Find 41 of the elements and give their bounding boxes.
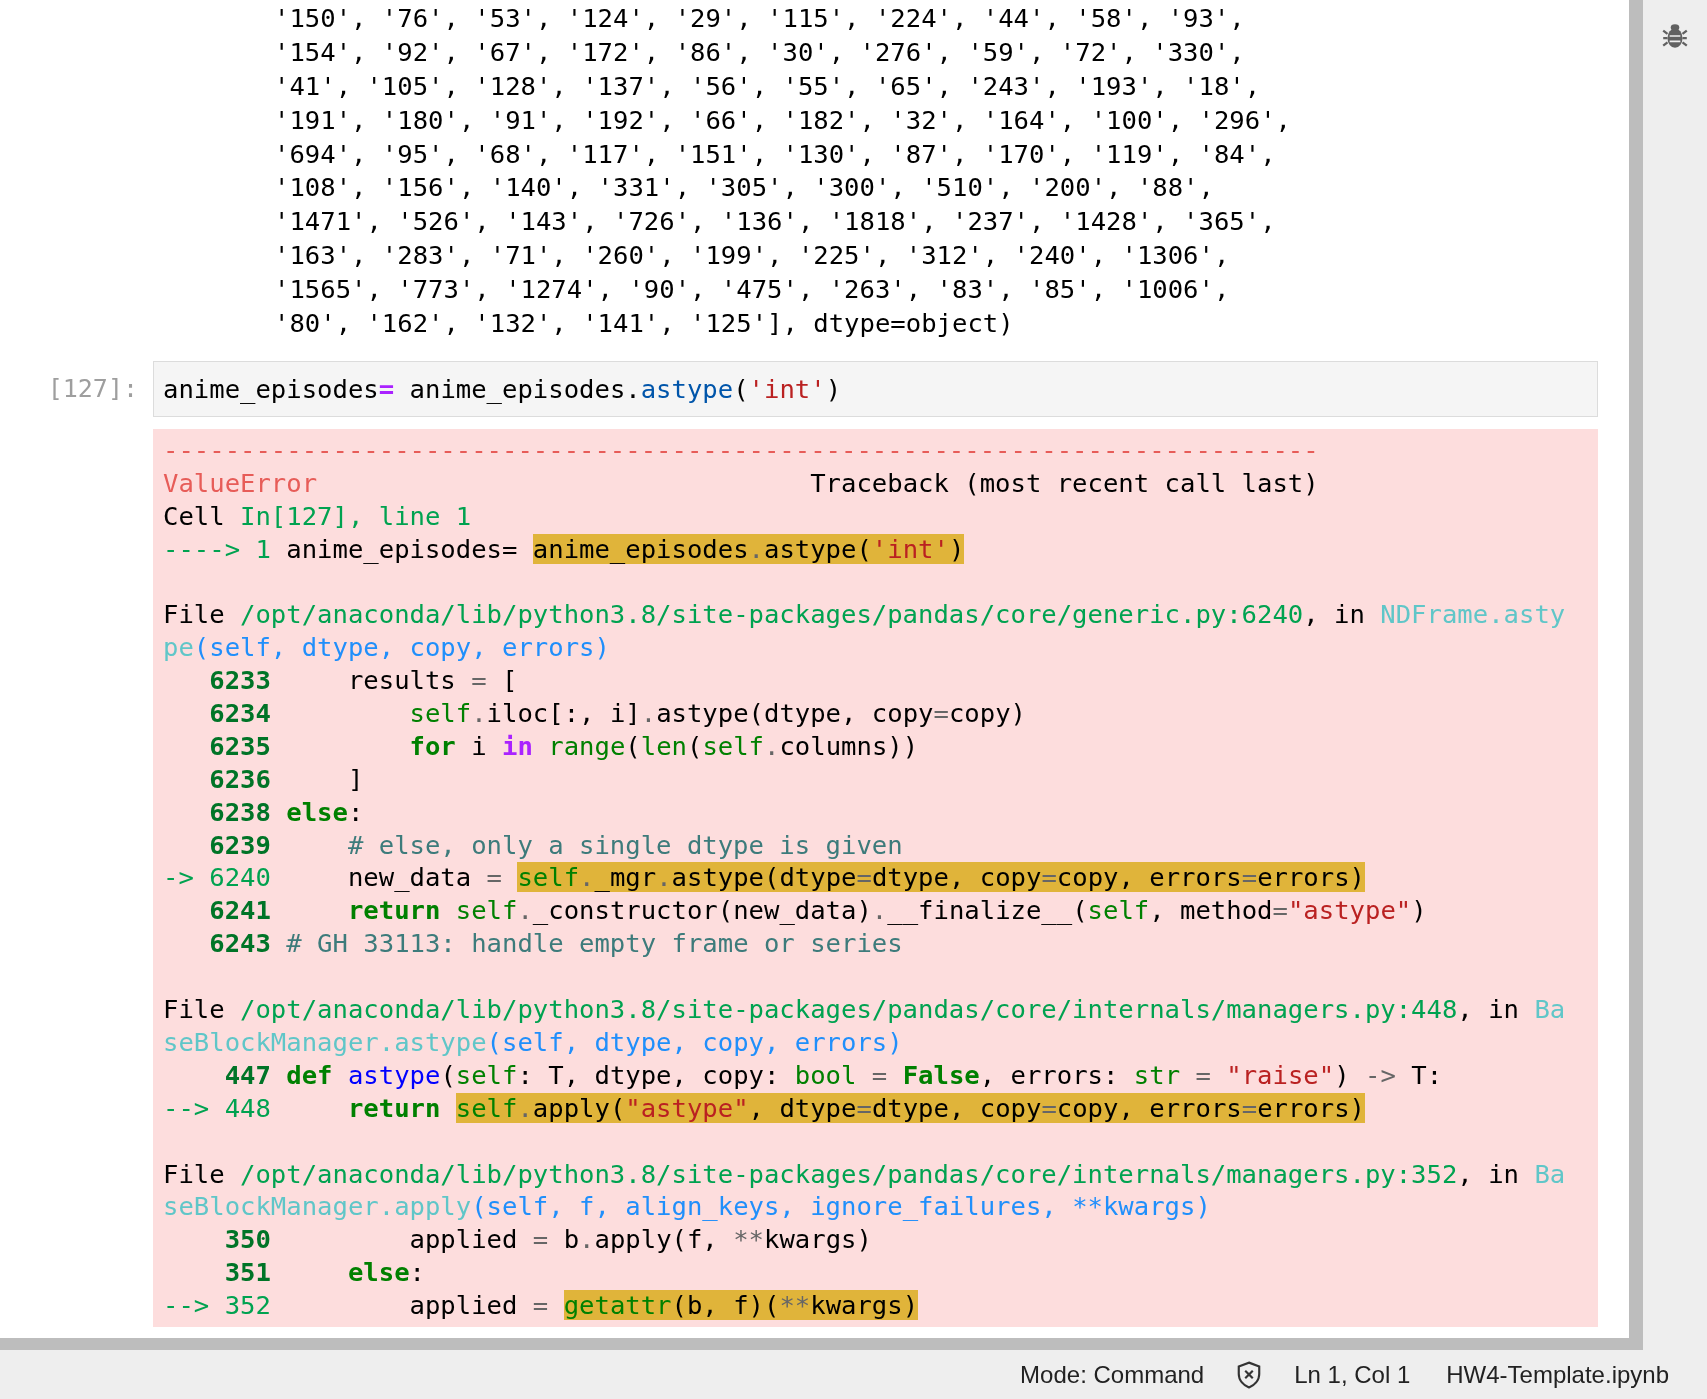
traceback-line: 6239 # else, only a single dtype is given	[208, 828, 903, 862]
traceback-line: ValueError Traceback (most recent call last)	[163, 466, 1319, 500]
cell-prompt: [127]:	[46, 374, 138, 404]
output-line: '1565', '773', '1274', '90', '475', '263', '83', '85', '1006',	[274, 273, 1230, 307]
traceback-line: --> 352 applied = getattr(b, f)(**kwargs)	[163, 1289, 919, 1322]
output-line: '80', '162', '132', '141', '125'], dtype=object)	[274, 307, 1014, 340]
output-line: '163', '283', '71', '260', '199', '225', '312', '240', '1306',	[274, 239, 1230, 273]
traceback-line: 6236 ]	[208, 762, 364, 796]
code-input[interactable]: anime_episodes= anime_episodes.astype('int')	[153, 360, 1598, 417]
output-line: '150', '76', '53', '124', '29', '115', '224', '44', '58', '93',	[274, 2, 1245, 35]
traceback-line: 6233 results = [	[208, 664, 518, 698]
horizontal-scrollbar[interactable]	[0, 1338, 1643, 1350]
output-line: '41', '105', '128', '137', '56', '55', '65', '243', '193', '18',	[274, 69, 1261, 103]
traceback-line: ---------------------------------------------------------------------------	[163, 433, 1319, 467]
traceback-line: 6243 # GH 33113: handle empty frame or series	[208, 927, 903, 961]
mode-status[interactable]: Mode: Command	[1020, 1360, 1205, 1389]
cursor-position[interactable]: Ln 1, Col 1	[1294, 1360, 1411, 1389]
file-name: HW4-Template.ipynb	[1446, 1360, 1669, 1389]
traceback-line: 351 else:	[223, 1256, 425, 1290]
traceback-line: 6241 return self._constructor(new_data).__finalize__(self, method="astype")	[208, 894, 1427, 928]
traceback-line: ----> 1 anime_episodes= anime_episodes.astype('int')	[163, 532, 965, 566]
traceback-line: File /opt/anaconda/lib/python3.8/site-packages/pandas/core/internals/managers.py:352, in Ba	[163, 1157, 1566, 1191]
shield-icon[interactable]	[1236, 1360, 1263, 1389]
output-line: '694', '95', '68', '117', '151', '130', '87', '170', '119', '84',	[274, 137, 1276, 171]
traceback-line: 6234 self.iloc[:, i].astype(dtype, copy=copy)	[208, 697, 1026, 730]
vertical-scrollbar[interactable]	[1629, 0, 1643, 1338]
traceback-line: 6235 for i in range(len(self.columns))	[208, 729, 919, 763]
output-line: '108', '156', '140', '331', '305', '300', '510', '200', '88',	[274, 171, 1214, 205]
bug-icon[interactable]	[1662, 21, 1688, 51]
output-line: '1471', '526', '143', '726', '136', '1818', '237', '1428', '365',	[274, 205, 1276, 239]
output-line: '191', '180', '91', '192', '66', '182', '32', '164', '100', '296',	[274, 103, 1291, 137]
traceback-line: 350 applied = b.apply(f, **kwargs)	[223, 1223, 872, 1257]
traceback-line: Cell In[127], line 1	[163, 499, 472, 533]
traceback-line: seBlockManager.astype(self, dtype, copy, errors)	[163, 1025, 903, 1059]
output-line: '154', '92', '67', '172', '86', '30', '276', '59', '72', '330',	[274, 35, 1245, 69]
traceback-line: File /opt/anaconda/lib/python3.8/site-packages/pandas/core/internals/managers.py:448, in Ba	[163, 993, 1566, 1026]
traceback-line: File /opt/anaconda/lib/python3.8/site-packages/pandas/core/generic.py:6240, in NDFrame.asty	[163, 598, 1566, 632]
traceback-line: 447 def astype(self: T, dtype, copy: bool = False, errors: str = "raise") -> T:	[223, 1058, 1443, 1092]
traceback-line: 6238 else:	[208, 795, 364, 829]
traceback-line: pe(self, dtype, copy, errors)	[163, 631, 610, 665]
traceback-line: seBlockManager.apply(self, f, align_keys, ignore_failures, **kwargs)	[163, 1190, 1211, 1224]
